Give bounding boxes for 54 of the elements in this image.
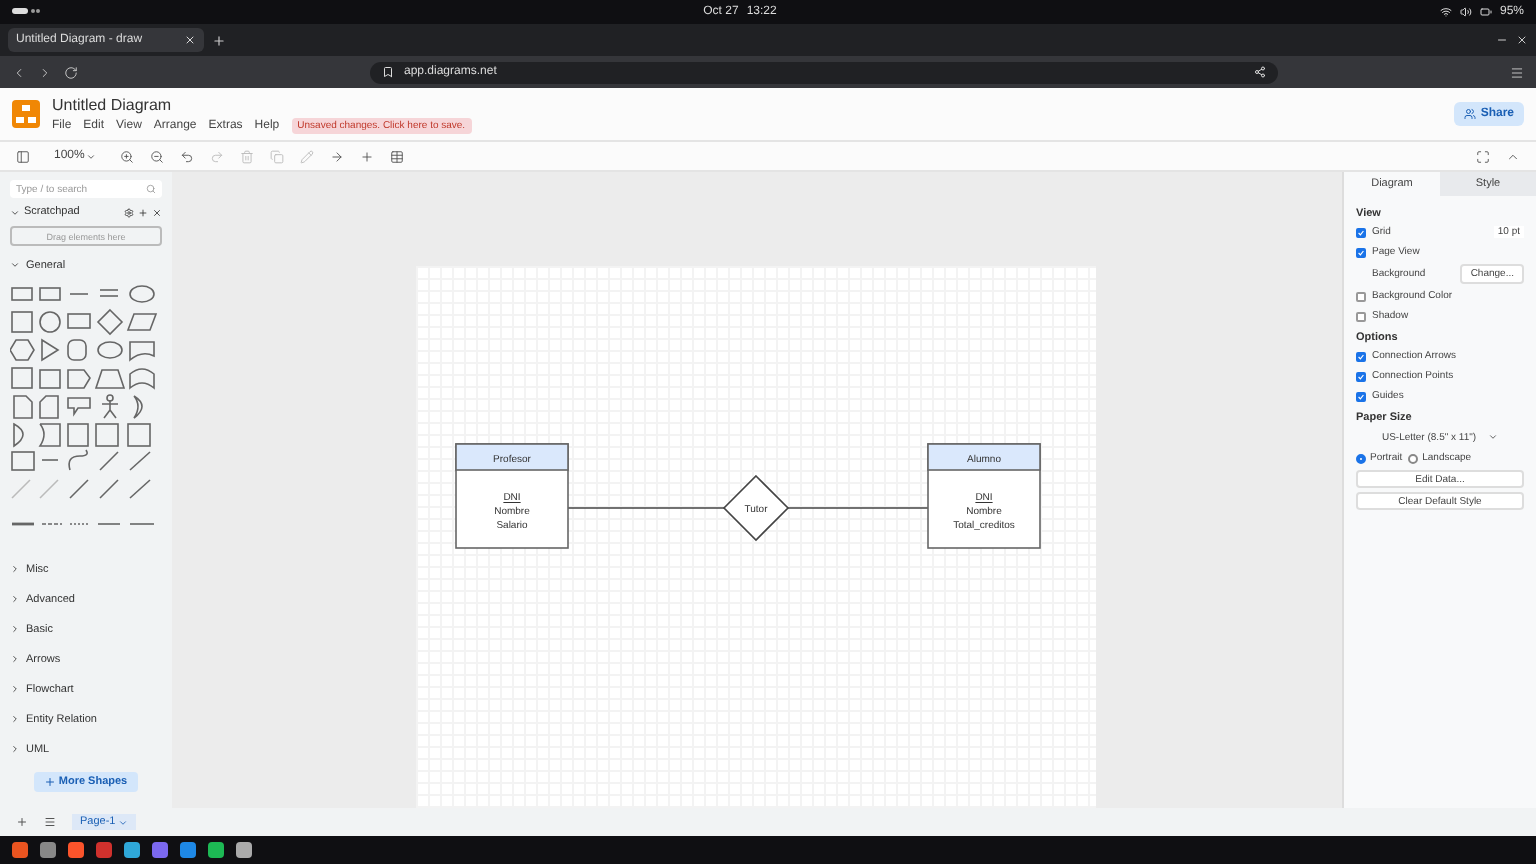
new-tab-icon[interactable] xyxy=(212,33,226,47)
plus-icon xyxy=(44,776,57,788)
minimize-icon[interactable] xyxy=(1496,34,1508,46)
zoom-in-icon[interactable] xyxy=(120,149,135,163)
share-icon[interactable] xyxy=(1254,66,1266,78)
caret-icon xyxy=(117,817,128,827)
radio-button[interactable] xyxy=(1356,453,1366,463)
battery-icon xyxy=(1479,6,1492,18)
diagram-title: Untitled Diagram xyxy=(52,95,174,113)
menu-icon[interactable] xyxy=(1510,65,1524,79)
entity-shape xyxy=(455,443,569,549)
entity-shape xyxy=(927,443,1041,549)
caret-icon xyxy=(10,594,20,604)
checkbox[interactable] xyxy=(1356,351,1366,361)
checkbox[interactable] xyxy=(1356,371,1366,381)
caret-icon xyxy=(10,207,20,217)
panel-icon[interactable] xyxy=(16,149,30,163)
pages-menu-icon[interactable] xyxy=(44,816,56,828)
forward-icon[interactable] xyxy=(38,65,52,79)
caret-icon xyxy=(10,744,20,754)
caret-icon xyxy=(10,654,20,664)
caret-icon xyxy=(10,684,20,694)
caret-icon xyxy=(10,260,20,270)
checkbox[interactable] xyxy=(1356,391,1366,401)
caret-icon xyxy=(10,624,20,634)
collapse-icon[interactable] xyxy=(1506,149,1520,163)
connector-line xyxy=(787,507,929,509)
volume-icon xyxy=(1459,6,1472,18)
search-icon xyxy=(146,184,156,194)
wifi-icon xyxy=(1439,6,1452,18)
zoom-out-icon[interactable] xyxy=(150,149,165,163)
add-page-icon[interactable] xyxy=(16,816,28,828)
fullscreen-icon[interactable] xyxy=(1476,149,1490,163)
checkbox[interactable] xyxy=(1356,291,1366,301)
bookmark-icon[interactable] xyxy=(382,66,394,78)
radio-button[interactable] xyxy=(1408,453,1419,463)
relationship-diamond xyxy=(722,474,790,542)
back-icon[interactable] xyxy=(12,65,26,79)
caret-icon xyxy=(10,714,20,724)
logo-icon xyxy=(12,100,40,128)
undo-icon[interactable] xyxy=(180,149,195,163)
checkbox[interactable] xyxy=(1356,227,1366,237)
reload-icon[interactable] xyxy=(64,65,78,79)
caret-icon xyxy=(10,564,20,574)
settings-icon[interactable] xyxy=(124,207,134,217)
insert-icon[interactable] xyxy=(360,149,375,163)
add-icon[interactable] xyxy=(138,207,148,217)
table-icon[interactable] xyxy=(390,149,405,163)
caret-icon xyxy=(1488,432,1499,442)
arrow-icon[interactable] xyxy=(330,149,345,163)
caret-icon xyxy=(86,151,97,161)
people-icon xyxy=(1464,108,1477,120)
checkbox[interactable] xyxy=(1356,247,1366,257)
checkbox[interactable] xyxy=(1356,311,1366,321)
